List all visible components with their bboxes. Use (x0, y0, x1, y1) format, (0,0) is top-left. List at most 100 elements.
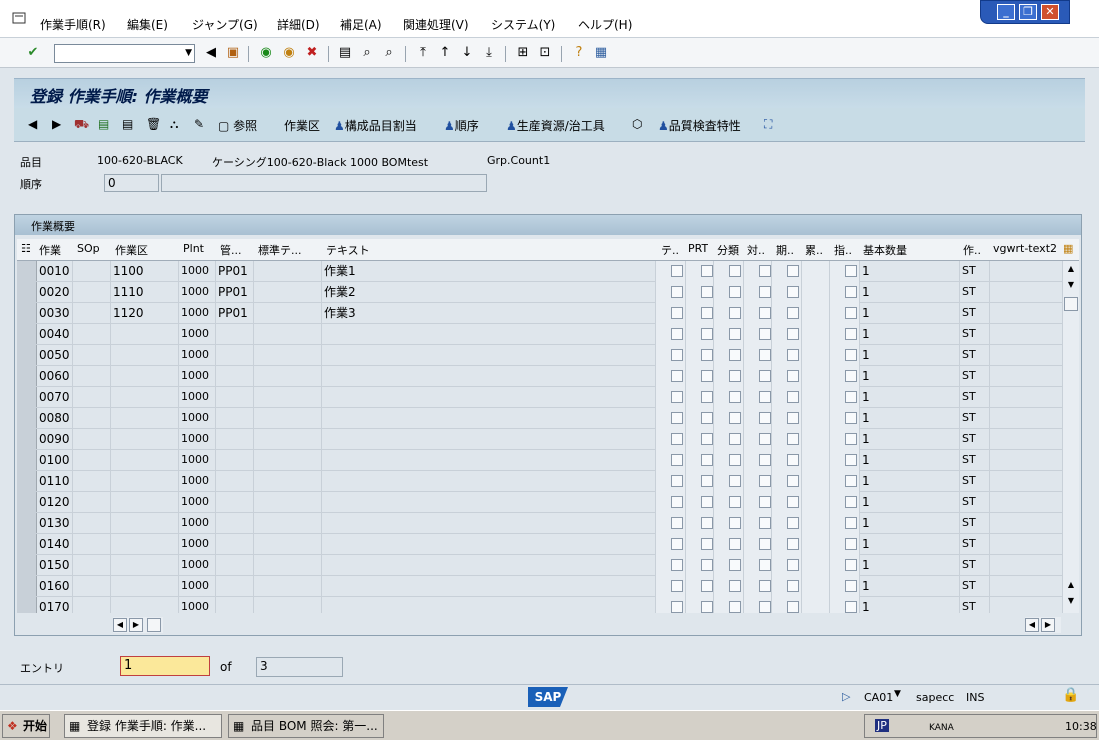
row-checkbox[interactable] (845, 286, 857, 298)
workcenter-cell[interactable] (111, 555, 179, 576)
general-view-icon[interactable]: ⛟ (74, 117, 89, 133)
row-selector[interactable] (17, 282, 37, 302)
scroll-right-icon[interactable]: ▶ (1041, 618, 1055, 632)
table-row[interactable]: 0110 1000 1 ST (17, 471, 1063, 492)
control-key-cell[interactable]: PP01 (216, 282, 254, 303)
task-button-bom[interactable]: ▦ 品目 BOM 照会: 第一... (228, 714, 384, 738)
base-quantity-cell[interactable]: 1 (860, 261, 960, 282)
row-checkbox[interactable] (845, 517, 857, 529)
row-checkbox[interactable] (671, 286, 683, 298)
delete-icon[interactable]: 🗑 (146, 117, 161, 131)
unit-cell[interactable]: ST (960, 576, 990, 597)
row-checkbox[interactable] (671, 475, 683, 487)
workcenter-cell[interactable]: 1110 (111, 282, 179, 303)
row-checkbox[interactable] (845, 328, 857, 340)
status-toggle-icon[interactable]: ▷ (842, 690, 850, 703)
row-selector[interactable] (17, 471, 37, 491)
language-indicator[interactable]: JP (875, 719, 889, 732)
row-checkbox[interactable] (787, 391, 799, 403)
base-quantity-cell[interactable]: 1 (860, 429, 960, 450)
row-checkbox[interactable] (701, 412, 713, 424)
operation-cell[interactable]: 0140 (37, 534, 73, 555)
row-checkbox[interactable] (759, 307, 771, 319)
row-checkbox[interactable] (729, 496, 741, 508)
cancel-icon[interactable]: ✖ (303, 44, 321, 62)
package-icon[interactable]: ⬡ (632, 117, 642, 131)
row-checkbox[interactable] (787, 433, 799, 445)
menu-item-help[interactable]: ヘルプ(H) (578, 16, 632, 33)
table-row[interactable]: 0120 1000 1 ST (17, 492, 1063, 513)
row-selector[interactable] (17, 450, 37, 470)
table-row[interactable]: 0090 1000 1 ST (17, 429, 1063, 450)
vgwrt-text2-cell[interactable] (990, 366, 1063, 387)
suboperation-cell[interactable] (73, 471, 111, 492)
operation-cell[interactable]: 0070 (37, 387, 73, 408)
row-checkbox[interactable] (729, 538, 741, 550)
plant-cell[interactable]: 1000 (179, 450, 216, 471)
operation-cell[interactable]: 0150 (37, 555, 73, 576)
base-quantity-cell[interactable]: 1 (860, 534, 960, 555)
window-menu-icon[interactable] (12, 12, 28, 24)
plant-cell[interactable]: 1000 (179, 492, 216, 513)
col-class[interactable]: 分類 (717, 242, 739, 258)
operation-cell[interactable]: 0020 (37, 282, 73, 303)
scroll-up-icon[interactable]: ▲ (1064, 263, 1078, 277)
suboperation-cell[interactable] (73, 324, 111, 345)
row-checkbox[interactable] (671, 349, 683, 361)
row-checkbox[interactable] (729, 454, 741, 466)
row-checkbox[interactable] (845, 307, 857, 319)
table-row[interactable]: 0150 1000 1 ST (17, 555, 1063, 576)
control-key-cell[interactable] (216, 450, 254, 471)
row-checkbox[interactable] (729, 580, 741, 592)
unit-cell[interactable]: ST (960, 282, 990, 303)
unit-cell[interactable]: ST (960, 471, 990, 492)
base-quantity-cell[interactable]: 1 (860, 492, 960, 513)
row-checkbox[interactable] (787, 370, 799, 382)
unit-cell[interactable]: ST (960, 261, 990, 282)
col-indicator[interactable]: 指.. (834, 242, 852, 258)
workcenter-cell[interactable] (111, 471, 179, 492)
vertical-scrollbar[interactable]: ▲ ▼ ▲ ▼ (1063, 261, 1079, 613)
details-icon[interactable]: ▤ (122, 117, 133, 131)
col-target[interactable]: 対.. (747, 242, 765, 258)
row-checkbox[interactable] (729, 370, 741, 382)
vgwrt-text2-cell[interactable] (990, 408, 1063, 429)
row-checkbox[interactable] (701, 328, 713, 340)
col-standard-text[interactable]: 標準テ... (258, 242, 326, 258)
scroll-up-icon[interactable]: ▲ (1064, 579, 1078, 593)
col-period[interactable]: 期.. (776, 242, 794, 258)
base-quantity-cell[interactable]: 1 (860, 555, 960, 576)
vgwrt-text2-cell[interactable] (990, 534, 1063, 555)
plant-cell[interactable]: 1000 (179, 555, 216, 576)
row-selector[interactable] (17, 597, 37, 613)
row-checkbox[interactable] (671, 496, 683, 508)
plant-cell[interactable]: 1000 (179, 366, 216, 387)
next-object-icon[interactable]: ▶ (52, 117, 61, 131)
operation-cell[interactable]: 0010 (37, 261, 73, 282)
row-checkbox[interactable] (845, 475, 857, 487)
unit-cell[interactable]: ST (960, 366, 990, 387)
base-quantity-cell[interactable]: 1 (860, 282, 960, 303)
workcenter-cell[interactable] (111, 387, 179, 408)
vgwrt-text2-cell[interactable] (990, 261, 1063, 282)
row-checkbox[interactable] (759, 412, 771, 424)
edit-icon[interactable]: ✎ (194, 117, 204, 131)
command-field[interactable]: ▼ (54, 44, 195, 63)
suboperation-cell[interactable] (73, 261, 111, 282)
suboperation-cell[interactable] (73, 429, 111, 450)
row-checkbox[interactable] (845, 538, 857, 550)
suboperation-cell[interactable] (73, 513, 111, 534)
control-key-cell[interactable] (216, 513, 254, 534)
vgwrt-text2-cell[interactable] (990, 513, 1063, 534)
vgwrt-text2-cell[interactable] (990, 387, 1063, 408)
control-key-cell[interactable] (216, 534, 254, 555)
row-checkbox[interactable] (787, 349, 799, 361)
suboperation-cell[interactable] (73, 492, 111, 513)
row-checkbox[interactable] (759, 475, 771, 487)
workcenter-cell[interactable] (111, 576, 179, 597)
workcenter-cell[interactable] (111, 513, 179, 534)
row-checkbox[interactable] (759, 580, 771, 592)
row-checkbox[interactable] (759, 265, 771, 277)
suboperation-cell[interactable] (73, 345, 111, 366)
suboperation-cell[interactable] (73, 282, 111, 303)
